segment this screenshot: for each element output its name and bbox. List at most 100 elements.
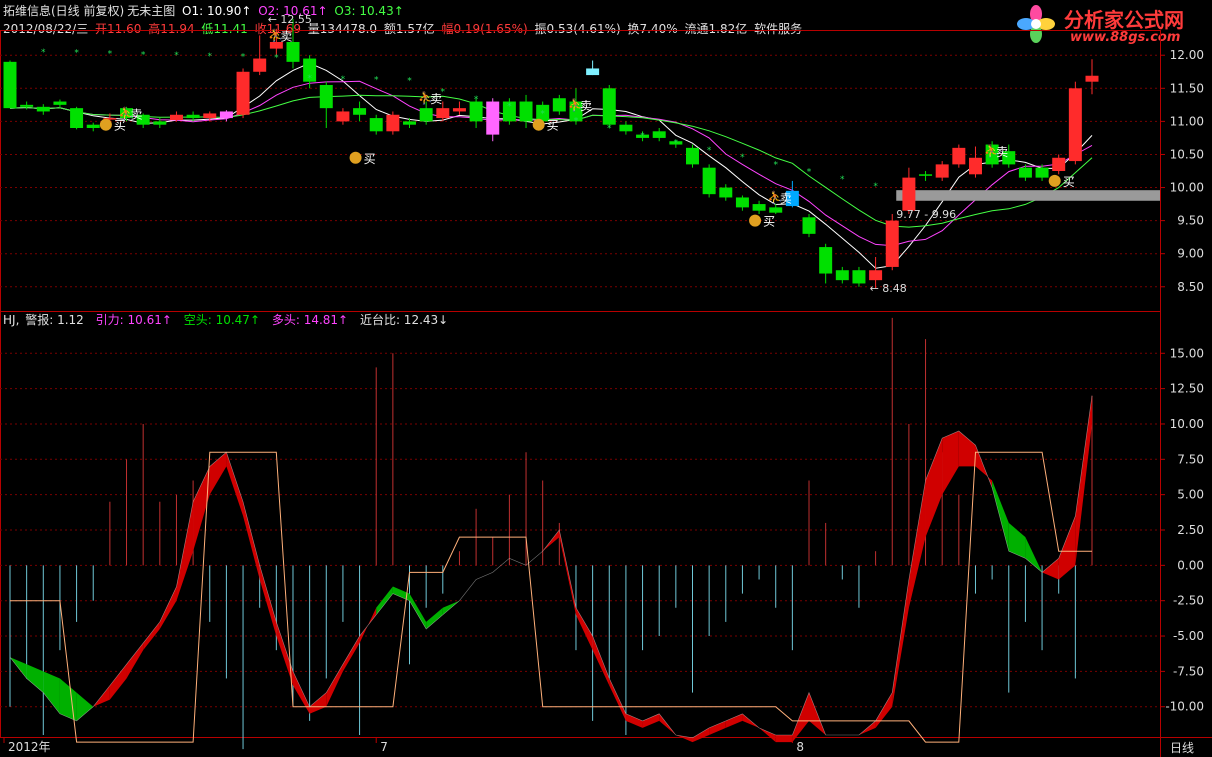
candle-body <box>153 121 167 125</box>
sar-dot: * <box>674 139 679 149</box>
indicator-band-segment <box>925 438 943 538</box>
buy-marker-label: 买 <box>364 152 376 166</box>
candle-body <box>186 114 200 119</box>
indicator-signal-line <box>9 395 1093 739</box>
sell-marker-label: 卖 <box>280 29 292 43</box>
buy-marker-label: 买 <box>763 215 775 229</box>
buy-marker-label: 买 <box>1063 175 1075 189</box>
candle-body <box>869 270 883 281</box>
indicator-band-segment <box>209 452 227 495</box>
indicator-tick-label: 7.50 <box>1177 452 1204 466</box>
candle-body <box>802 217 816 234</box>
sar-dot: * <box>807 168 812 178</box>
sar-dot: * <box>307 74 312 84</box>
date-tick-label: 8 <box>796 740 804 754</box>
high-price-label: ← 12.55 <box>268 13 312 26</box>
sar-dot: * <box>607 124 612 134</box>
indicator-band-segment <box>59 678 77 721</box>
sar-dot: * <box>74 49 79 59</box>
sar-dot: * <box>540 109 545 119</box>
indicator-band-segment <box>792 692 810 743</box>
indicator-band-segment <box>609 678 626 721</box>
period-label[interactable]: 日线 <box>1170 739 1194 756</box>
indicator-band-segment <box>908 480 926 608</box>
sar-dot: * <box>507 102 512 112</box>
indicator-band-segment <box>76 692 94 721</box>
indicator-band-segment <box>675 735 693 743</box>
indicator-band-segment <box>409 593 427 629</box>
candle-body <box>719 187 733 198</box>
indicator-band-segment <box>426 607 443 629</box>
indicator-band-segment <box>159 586 177 629</box>
sar-dot: * <box>241 53 246 63</box>
indicator-band-segment <box>309 692 327 714</box>
indicator-band-segment <box>326 664 343 707</box>
buy-marker-label: 买 <box>547 119 559 133</box>
price-tick-label: 11.50 <box>1170 81 1204 95</box>
moneybag-icon <box>1048 174 1061 187</box>
price-tick-label: 10.50 <box>1170 147 1204 161</box>
sar-dot: * <box>740 153 745 163</box>
candle-body <box>819 247 833 274</box>
candle-body <box>336 111 350 122</box>
indicator-band-segment <box>1075 395 1092 566</box>
candle-body <box>1052 157 1066 171</box>
indicator-tick-label: -10.00 <box>1165 700 1204 714</box>
indicator-band-segment <box>942 431 959 495</box>
indicator-band-segment <box>709 720 726 735</box>
sell-marker-label: 卖 <box>430 92 442 106</box>
candle-body <box>519 101 533 122</box>
sar-dot: * <box>707 146 712 156</box>
candle-body <box>486 101 500 135</box>
candle-body <box>752 204 766 211</box>
candle-body <box>169 114 183 121</box>
moneybag-icon <box>532 118 545 131</box>
candle-body <box>935 164 949 178</box>
indicator-band-segment <box>243 501 260 580</box>
indicator-band-segment <box>958 431 976 467</box>
price-tick-label: 10.00 <box>1170 181 1204 195</box>
indicator-tick-label: -5.00 <box>1173 629 1204 643</box>
candle-body <box>835 270 849 281</box>
indicator-tick-label: 10.00 <box>1170 417 1204 431</box>
indicator-band-segment <box>592 636 610 686</box>
candle-body <box>3 61 17 109</box>
candle-body <box>968 157 982 175</box>
candle-body <box>203 113 217 119</box>
candle-body <box>1068 88 1082 162</box>
indicator-tick-label: 15.00 <box>1170 346 1204 360</box>
sar-dot: * <box>108 50 113 60</box>
indicator-band-segment <box>642 713 660 728</box>
indicator-tick-label: -2.50 <box>1173 594 1204 608</box>
indicator-band-segment <box>625 713 643 728</box>
price-tick-label: 11.00 <box>1170 114 1204 128</box>
candle-body <box>919 174 933 176</box>
candle-body <box>686 147 699 165</box>
candle-body <box>286 42 300 62</box>
indicator-band-segment <box>692 727 710 743</box>
sar-dot: * <box>274 53 279 63</box>
indicator-band-segment <box>575 607 593 651</box>
axis-labels: 12.00 11.50 11.00 10.50 10.00 9.50 9.00 8.50 15.… <box>3 48 1204 754</box>
sar-dot: * <box>341 75 346 85</box>
candle-body <box>769 207 783 213</box>
sell-marker-label: 卖 <box>780 191 792 205</box>
date-tick-label: 2012年 <box>8 740 51 754</box>
indicator-panel-frame <box>0 311 1161 738</box>
low-price-label: ← 8.48 <box>870 282 907 295</box>
chart-canvas[interactable]: * * * * * * * ** * * ***************买⛹卖买⛹卖买⛹卖买⛹卖⛹卖… <box>0 0 1212 757</box>
candle-body <box>386 114 400 132</box>
sar-dot: * <box>141 50 146 60</box>
indicator-tick-label: 5.00 <box>1177 488 1204 502</box>
sar-dot: * <box>474 95 479 105</box>
price-tick-label: 9.50 <box>1177 214 1204 228</box>
sell-marker-label: 卖 <box>996 145 1008 159</box>
candle-body <box>735 197 749 208</box>
candle-body <box>902 177 916 211</box>
candle-body <box>403 121 416 125</box>
candle-body <box>253 58 267 72</box>
price-tick-label: 12.00 <box>1170 48 1204 62</box>
candle-body <box>419 108 433 122</box>
candle-body <box>885 220 899 267</box>
indicator-band-segment <box>43 671 60 714</box>
